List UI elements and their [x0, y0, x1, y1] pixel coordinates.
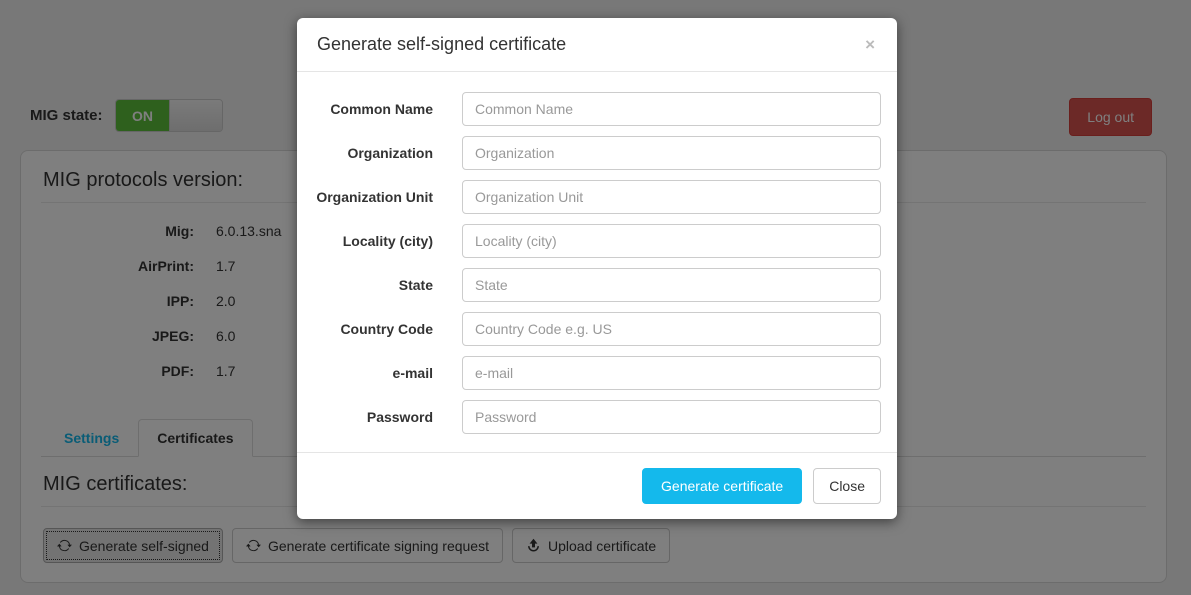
form-row: State: [312, 268, 882, 302]
modal-close-button[interactable]: Close: [813, 468, 881, 504]
form-row: Country Code: [312, 312, 882, 346]
generate-self-signed-modal: Generate self-signed certificate × Commo…: [297, 18, 897, 519]
password-label: Password: [312, 409, 433, 425]
country-code-input[interactable]: [462, 312, 881, 346]
form-row: Organization Unit: [312, 180, 882, 214]
form-row: Password: [312, 400, 882, 434]
modal-footer: Generate certificate Close: [297, 452, 897, 519]
state-label: State: [312, 277, 433, 293]
common-name-label: Common Name: [312, 101, 433, 117]
organization-unit-input[interactable]: [462, 180, 881, 214]
close-icon[interactable]: ×: [859, 34, 881, 55]
organization-label: Organization: [312, 145, 433, 161]
state-input[interactable]: [462, 268, 881, 302]
form-row: Locality (city): [312, 224, 882, 258]
organization-input[interactable]: [462, 136, 881, 170]
common-name-input[interactable]: [462, 92, 881, 126]
modal-header: Generate self-signed certificate ×: [297, 18, 897, 72]
email-label: e-mail: [312, 365, 433, 381]
password-input[interactable]: [462, 400, 881, 434]
form-row: Organization: [312, 136, 882, 170]
locality-input[interactable]: [462, 224, 881, 258]
country-code-label: Country Code: [312, 321, 433, 337]
form-row: e-mail: [312, 356, 882, 390]
certificate-form: Common Name Organization Organization Un…: [297, 72, 897, 452]
generate-certificate-button[interactable]: Generate certificate: [642, 468, 802, 504]
organization-unit-label: Organization Unit: [312, 189, 433, 205]
form-row: Common Name: [312, 92, 882, 126]
modal-title: Generate self-signed certificate: [317, 34, 566, 55]
email-input[interactable]: [462, 356, 881, 390]
locality-label: Locality (city): [312, 233, 433, 249]
